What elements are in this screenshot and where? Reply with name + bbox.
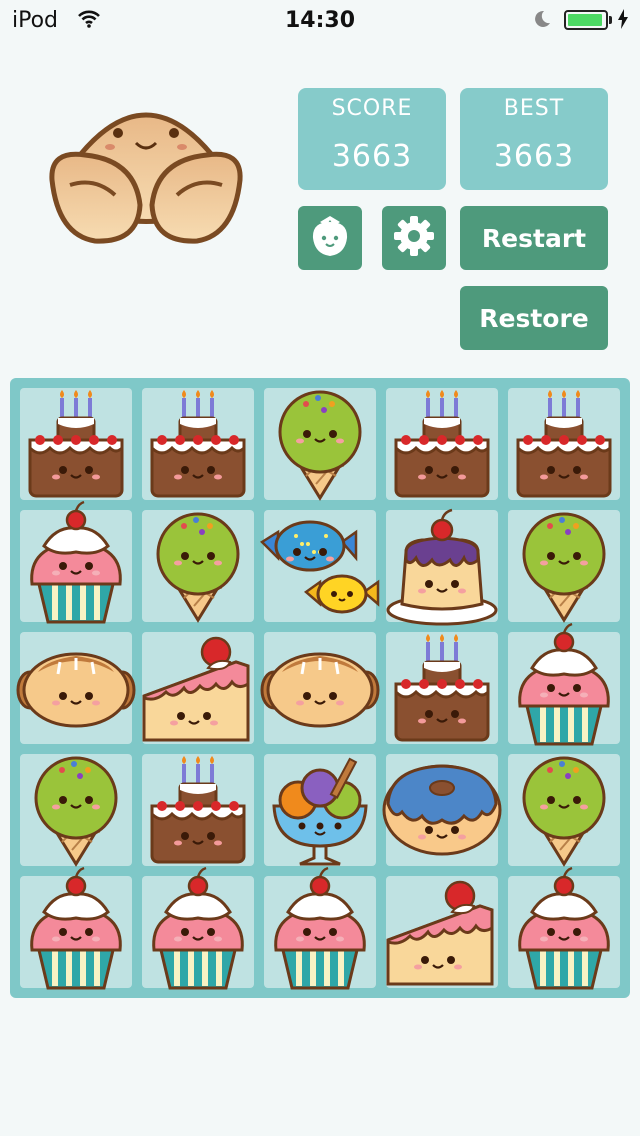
board-tile-bread[interactable] bbox=[260, 632, 380, 744]
board-tile-bread[interactable] bbox=[16, 632, 136, 744]
ice-cream-cone-icon bbox=[522, 512, 606, 623]
ice-cream-cone-icon bbox=[156, 512, 240, 623]
croissant-mascot-icon bbox=[40, 95, 252, 249]
battery-cap bbox=[609, 16, 612, 24]
best-label: BEST bbox=[503, 96, 565, 121]
cupcake-icon bbox=[518, 622, 610, 746]
board-tile-cake-slice[interactable] bbox=[386, 876, 498, 988]
board-tile-cupcake[interactable] bbox=[20, 866, 132, 990]
birthday-cake-icon bbox=[394, 390, 490, 498]
board-tile-sundae[interactable] bbox=[264, 754, 376, 866]
strawberry-icon bbox=[310, 214, 350, 262]
board-tile-ice-cream-cone[interactable] bbox=[508, 754, 620, 867]
board-tile-ice-cream-cone[interactable] bbox=[508, 510, 620, 623]
board-tile-cupcake[interactable] bbox=[508, 866, 620, 990]
board-tile-birthday-cake[interactable] bbox=[508, 388, 620, 500]
board-tile-birthday-cake[interactable] bbox=[386, 632, 498, 744]
board-tile-birthday-cake[interactable] bbox=[142, 754, 254, 866]
board-tile-birthday-cake[interactable] bbox=[386, 388, 498, 500]
cupcake-icon bbox=[152, 866, 244, 990]
board-tile-cupcake[interactable] bbox=[508, 622, 620, 746]
birthday-cake-icon bbox=[516, 390, 612, 498]
cupcake-icon bbox=[30, 866, 122, 990]
settings-button[interactable] bbox=[382, 206, 446, 270]
board-tile-cupcake[interactable] bbox=[20, 500, 132, 624]
board-tile-candy[interactable] bbox=[260, 510, 380, 622]
candy-icon bbox=[260, 520, 380, 614]
battery-icon bbox=[564, 10, 608, 30]
board-tile-ice-cream-cone[interactable] bbox=[142, 510, 254, 623]
status-bar: iPod 14:30 bbox=[0, 0, 640, 40]
score-label: SCORE bbox=[331, 96, 413, 121]
ice-cream-cone-icon bbox=[522, 756, 606, 867]
cake-slice-icon bbox=[142, 636, 250, 742]
strawberry-button[interactable] bbox=[298, 206, 362, 270]
birthday-cake-icon bbox=[394, 634, 490, 742]
birthday-cake-icon bbox=[150, 390, 246, 498]
ice-cream-cone-icon bbox=[278, 390, 362, 501]
score-panel: SCORE 3663 bbox=[298, 88, 446, 190]
best-panel: BEST 3663 bbox=[460, 88, 608, 190]
sundae-icon bbox=[272, 757, 368, 866]
board-tile-cupcake[interactable] bbox=[264, 866, 376, 990]
birthday-cake-icon bbox=[150, 756, 246, 864]
bread-icon bbox=[260, 652, 380, 728]
game-board bbox=[10, 378, 630, 998]
cupcake-icon bbox=[274, 866, 366, 990]
restore-button[interactable]: Restore bbox=[460, 286, 608, 350]
gear-icon bbox=[392, 214, 436, 262]
board-tile-donut[interactable] bbox=[382, 754, 502, 866]
donut-icon bbox=[382, 764, 502, 856]
best-value: 3663 bbox=[493, 139, 575, 174]
restart-button[interactable]: Restart bbox=[460, 206, 608, 270]
battery-level-fill bbox=[568, 14, 602, 26]
board-tile-birthday-cake[interactable] bbox=[20, 388, 132, 500]
ice-cream-cone-icon bbox=[34, 756, 118, 867]
do-not-disturb-moon-icon bbox=[532, 9, 552, 33]
board-tile-ice-cream-cone[interactable] bbox=[264, 388, 376, 501]
board-tile-ice-cream-cone[interactable] bbox=[20, 754, 132, 867]
birthday-cake-icon bbox=[28, 390, 124, 498]
board-tile-pudding[interactable] bbox=[386, 508, 498, 626]
cupcake-icon bbox=[518, 866, 610, 990]
bread-icon bbox=[16, 652, 136, 728]
score-value: 3663 bbox=[331, 139, 413, 174]
cake-slice-icon bbox=[386, 880, 494, 986]
board-tile-cupcake[interactable] bbox=[142, 866, 254, 990]
board-tile-cake-slice[interactable] bbox=[142, 632, 254, 744]
board-tile-birthday-cake[interactable] bbox=[142, 388, 254, 500]
pudding-icon bbox=[386, 508, 498, 626]
charging-bolt-icon bbox=[617, 9, 629, 33]
cupcake-icon bbox=[30, 500, 122, 624]
